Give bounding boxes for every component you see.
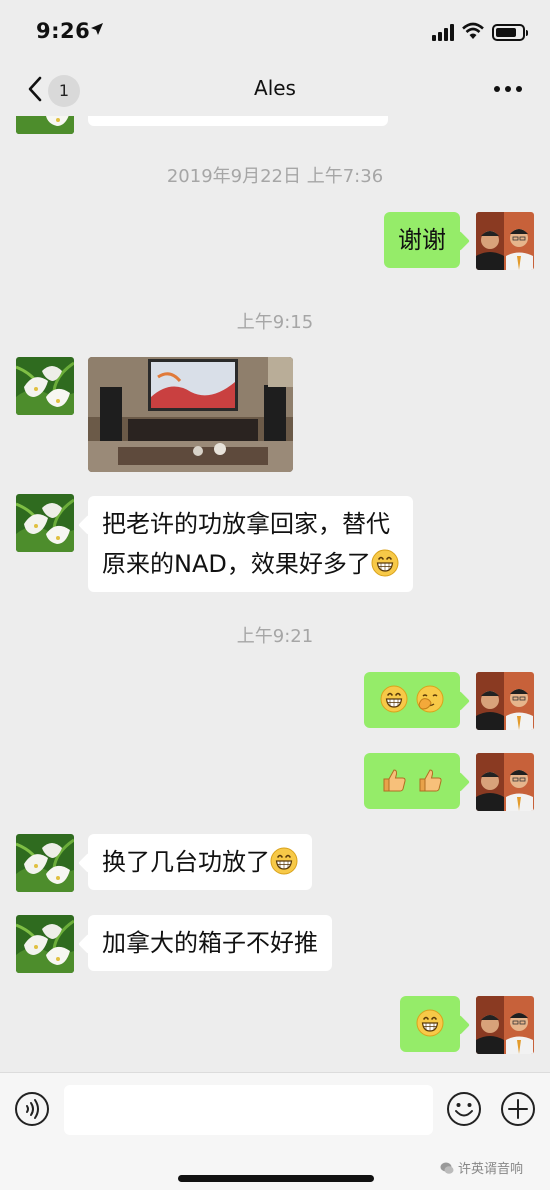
chat-title: Ales	[254, 76, 296, 100]
status-bar: 9:26	[0, 0, 550, 62]
grin-emoji-icon	[416, 1009, 444, 1037]
message-bubble-incoming[interactable]: 把老许的功放拿回家，替代 原来的NAD，效果好多了	[88, 496, 413, 592]
grin-emoji-icon	[371, 549, 399, 577]
contact-avatar[interactable]	[16, 915, 74, 973]
battery-icon	[492, 24, 528, 41]
chat-header: 1 Ales	[0, 62, 550, 116]
message-bubble-incoming[interactable]: 加拿大的箱子不好推	[88, 915, 332, 971]
contact-avatar[interactable]	[16, 494, 74, 552]
timestamp: 上午9:15	[236, 312, 314, 333]
message-input-bar: 许英谞音响	[0, 1072, 550, 1190]
thumbs-up-emoji-icon	[380, 766, 408, 794]
message-text-input[interactable]	[64, 1085, 433, 1135]
grin-emoji-icon	[270, 847, 298, 875]
watermark: 许英谞音响	[440, 1158, 523, 1177]
shared-photo-living-room[interactable]	[88, 357, 293, 472]
message-bubble-partial[interactable]	[88, 116, 388, 126]
cellular-signal-icon	[432, 24, 456, 41]
watermark-text: 许英谞音响	[458, 1162, 524, 1177]
message-text: 谢谢	[398, 226, 446, 254]
grin-emoji-icon	[380, 685, 408, 713]
message-bubble-outgoing[interactable]	[364, 672, 460, 728]
timestamp: 上午9:21	[236, 626, 314, 647]
more-functions-plus-icon[interactable]	[500, 1091, 536, 1127]
message-text: 加拿大的箱子不好推	[102, 929, 318, 957]
message-bubble-incoming[interactable]: 换了几台功放了	[88, 834, 312, 890]
thumbs-up-emoji-icon	[416, 766, 444, 794]
contact-avatar[interactable]	[16, 357, 74, 415]
message-text: 换了几台功放了	[102, 848, 270, 876]
message-text-line: 原来的NAD，效果好多了	[102, 550, 371, 578]
my-avatar[interactable]	[476, 212, 534, 270]
facepalm-emoji-icon	[416, 685, 444, 713]
my-avatar[interactable]	[476, 672, 534, 730]
my-avatar[interactable]	[476, 996, 534, 1054]
contact-avatar[interactable]	[16, 834, 74, 892]
message-bubble-outgoing[interactable]: 谢谢	[384, 212, 460, 268]
message-text-line: 把老许的功放拿回家，替代	[102, 510, 390, 538]
more-options-icon[interactable]	[492, 86, 524, 94]
my-avatar[interactable]	[476, 753, 534, 811]
voice-input-icon[interactable]	[14, 1091, 50, 1127]
message-list[interactable]: 2019年9月22日 上午7:36 谢谢 上午9:15 把老许的功放拿回家，替代…	[0, 116, 550, 1072]
status-time: 9:26	[36, 19, 91, 43]
message-bubble-outgoing[interactable]	[400, 996, 460, 1052]
home-indicator	[178, 1175, 374, 1182]
timestamp: 2019年9月22日 上午7:36	[166, 166, 384, 187]
emoji-picker-icon[interactable]	[446, 1091, 482, 1127]
wechat-logo-icon	[440, 1162, 454, 1174]
wifi-icon	[462, 22, 484, 39]
message-bubble-outgoing[interactable]	[364, 753, 460, 809]
location-arrow-icon	[91, 23, 103, 35]
contact-avatar[interactable]	[16, 116, 74, 134]
